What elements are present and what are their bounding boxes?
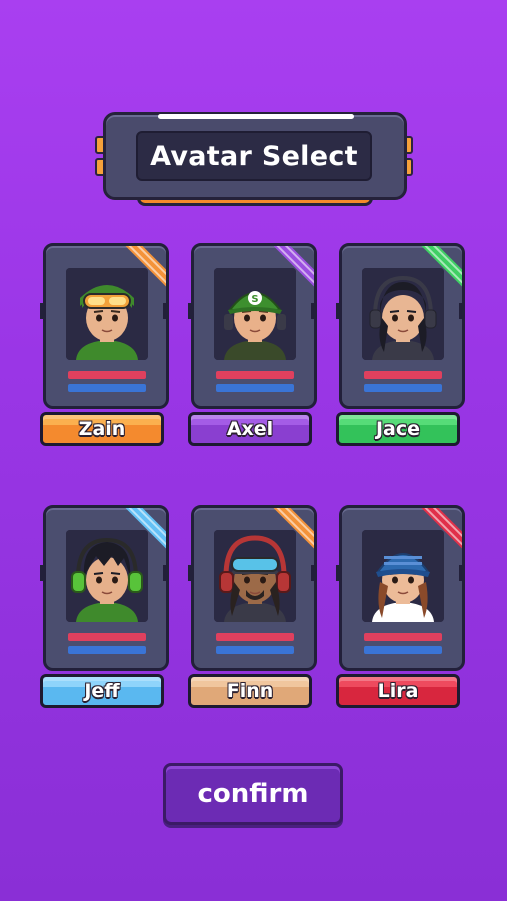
headphones-icon bbox=[362, 268, 444, 360]
card-notch-right bbox=[163, 565, 167, 581]
card-notch-left bbox=[336, 565, 340, 581]
card-panel bbox=[43, 243, 169, 409]
avatar-card-4[interactable] bbox=[188, 505, 317, 671]
red-headphones-icon bbox=[214, 530, 296, 622]
stat-bar-blue bbox=[68, 384, 146, 392]
avatar-name-1[interactable]: Axel bbox=[188, 412, 312, 446]
avatar-card-2[interactable] bbox=[336, 243, 465, 409]
card-notch-left bbox=[336, 303, 340, 319]
title-banner: Avatar Select bbox=[95, 112, 413, 206]
card-panel: S bbox=[191, 243, 317, 409]
avatar-card-1[interactable]: S bbox=[188, 243, 317, 409]
avatar-name-5[interactable]: Lira bbox=[336, 674, 460, 708]
blue-cap-icon bbox=[362, 530, 444, 622]
stat-bar-red bbox=[216, 633, 294, 641]
card-notch-right bbox=[311, 303, 315, 319]
card-notch-left bbox=[40, 303, 44, 319]
card-panel bbox=[191, 505, 317, 671]
avatar-name-3[interactable]: Jeff bbox=[40, 674, 164, 708]
stat-bar-blue bbox=[68, 646, 146, 654]
avatar-name-4[interactable]: Finn bbox=[188, 674, 312, 708]
stat-bar-blue bbox=[364, 384, 442, 392]
stat-bar-red bbox=[364, 371, 442, 379]
page-title: Avatar Select bbox=[150, 140, 358, 172]
svg-text:S: S bbox=[251, 294, 258, 305]
confirm-button[interactable]: confirm bbox=[163, 763, 343, 825]
avatar-name-0[interactable]: Zain bbox=[40, 412, 164, 446]
avatar-card-0[interactable] bbox=[40, 243, 169, 409]
stat-bar-red bbox=[216, 371, 294, 379]
banner-frame: Avatar Select bbox=[103, 112, 407, 200]
stat-bar-red bbox=[364, 633, 442, 641]
green-cap-icon: S bbox=[214, 268, 296, 360]
stat-bar-blue bbox=[216, 646, 294, 654]
card-notch-right bbox=[459, 303, 463, 319]
goggles-icon bbox=[66, 268, 148, 360]
card-notch-left bbox=[40, 565, 44, 581]
card-notch-right bbox=[459, 565, 463, 581]
banner-inner: Avatar Select bbox=[136, 131, 372, 181]
green-headphones-icon bbox=[66, 530, 148, 622]
card-notch-right bbox=[311, 565, 315, 581]
stat-bar-blue bbox=[364, 646, 442, 654]
card-notch-right bbox=[163, 303, 167, 319]
avatar-name-2[interactable]: Jace bbox=[336, 412, 460, 446]
avatar-card-3[interactable] bbox=[40, 505, 169, 671]
card-panel bbox=[339, 243, 465, 409]
card-notch-left bbox=[188, 303, 192, 319]
card-notch-left bbox=[188, 565, 192, 581]
stat-bar-blue bbox=[216, 384, 294, 392]
card-panel bbox=[43, 505, 169, 671]
card-panel bbox=[339, 505, 465, 671]
banner-topline bbox=[158, 114, 354, 119]
stat-bar-red bbox=[68, 633, 146, 641]
stat-bar-red bbox=[68, 371, 146, 379]
avatar-card-5[interactable] bbox=[336, 505, 465, 671]
